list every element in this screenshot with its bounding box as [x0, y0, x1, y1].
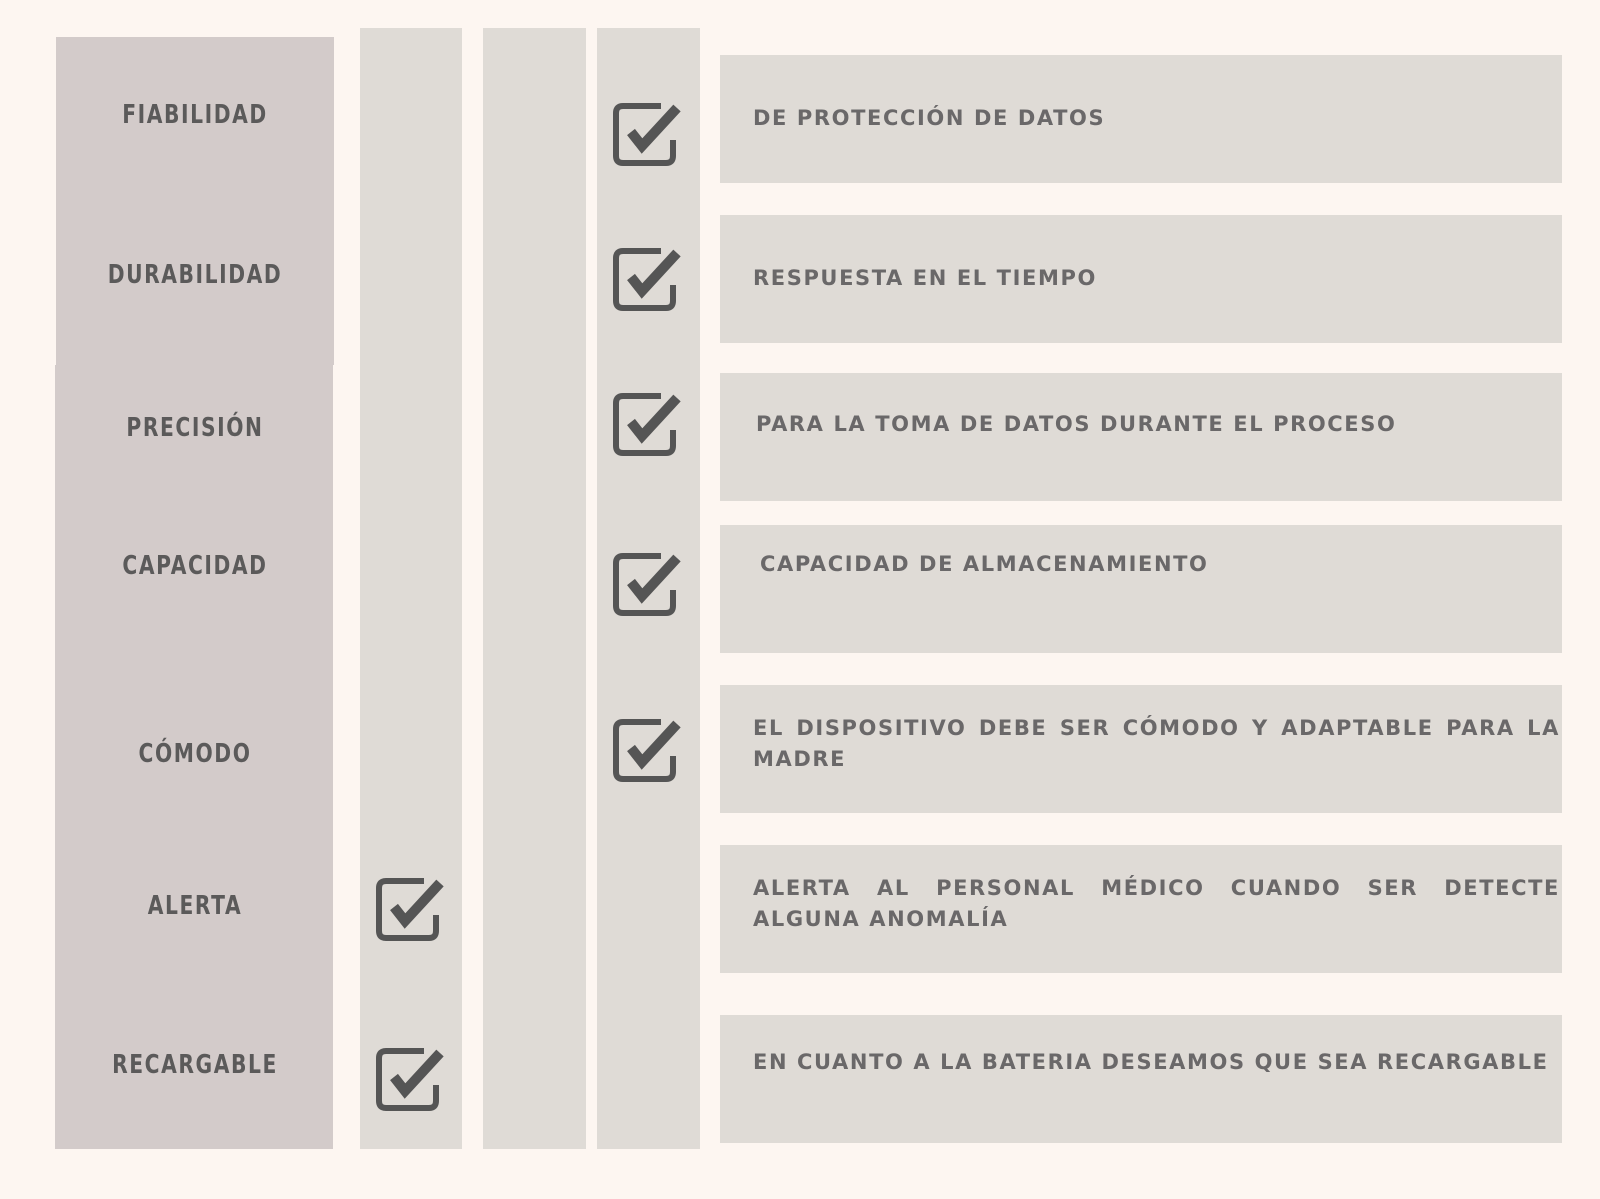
- row-label: CAPACIDAD: [122, 551, 268, 581]
- description-text: PARA LA TOMA DE DATOS DURANTE EL PROCESO: [756, 412, 1397, 436]
- checked-checkbox-icon: [613, 553, 681, 616]
- row-label: ALERTA: [147, 891, 243, 921]
- description-box: DE PROTECCIÓN DE DATOS: [720, 55, 1562, 183]
- description-text: EN CUANTO A LA BATERIA DESEAMOS QUE SEA …: [753, 1050, 1549, 1074]
- row-label: CÓMODO: [138, 739, 252, 769]
- description-box: EN CUANTO A LA BATERIA DESEAMOS QUE SEA …: [720, 1015, 1562, 1143]
- check-column-2: [483, 28, 586, 1149]
- description-text: CAPACIDAD DE ALMACENAMIENTO: [760, 552, 1209, 576]
- description-text: ALERTA AL PERSONAL MÉDICO CUANDO SER DET…: [753, 876, 1560, 931]
- label-column-top: [56, 37, 334, 365]
- checked-checkbox-icon: [613, 248, 681, 311]
- description-box: EL DISPOSITIVO DEBE SER CÓMODO Y ADAPTAB…: [720, 685, 1562, 813]
- check-column-1: [360, 28, 462, 1149]
- checked-checkbox-icon: [613, 719, 681, 782]
- row-label: DURABILIDAD: [107, 260, 283, 290]
- description-box: RESPUESTA EN EL TIEMPO: [720, 215, 1562, 343]
- description-box: PARA LA TOMA DE DATOS DURANTE EL PROCESO: [720, 373, 1562, 501]
- description-text: DE PROTECCIÓN DE DATOS: [753, 106, 1106, 130]
- row-label: PRECISIÓN: [126, 413, 264, 443]
- checked-checkbox-icon: [376, 1048, 444, 1111]
- checked-checkbox-icon: [613, 103, 681, 166]
- description-text: RESPUESTA EN EL TIEMPO: [753, 266, 1097, 290]
- row-label: FIABILIDAD: [122, 100, 268, 130]
- description-box: CAPACIDAD DE ALMACENAMIENTO: [720, 525, 1562, 653]
- description-box: ALERTA AL PERSONAL MÉDICO CUANDO SER DET…: [720, 845, 1562, 973]
- checked-checkbox-icon: [376, 878, 444, 941]
- description-text: EL DISPOSITIVO DEBE SER CÓMODO Y ADAPTAB…: [753, 716, 1560, 771]
- checked-checkbox-icon: [613, 393, 681, 456]
- row-label: RECARGABLE: [112, 1050, 278, 1080]
